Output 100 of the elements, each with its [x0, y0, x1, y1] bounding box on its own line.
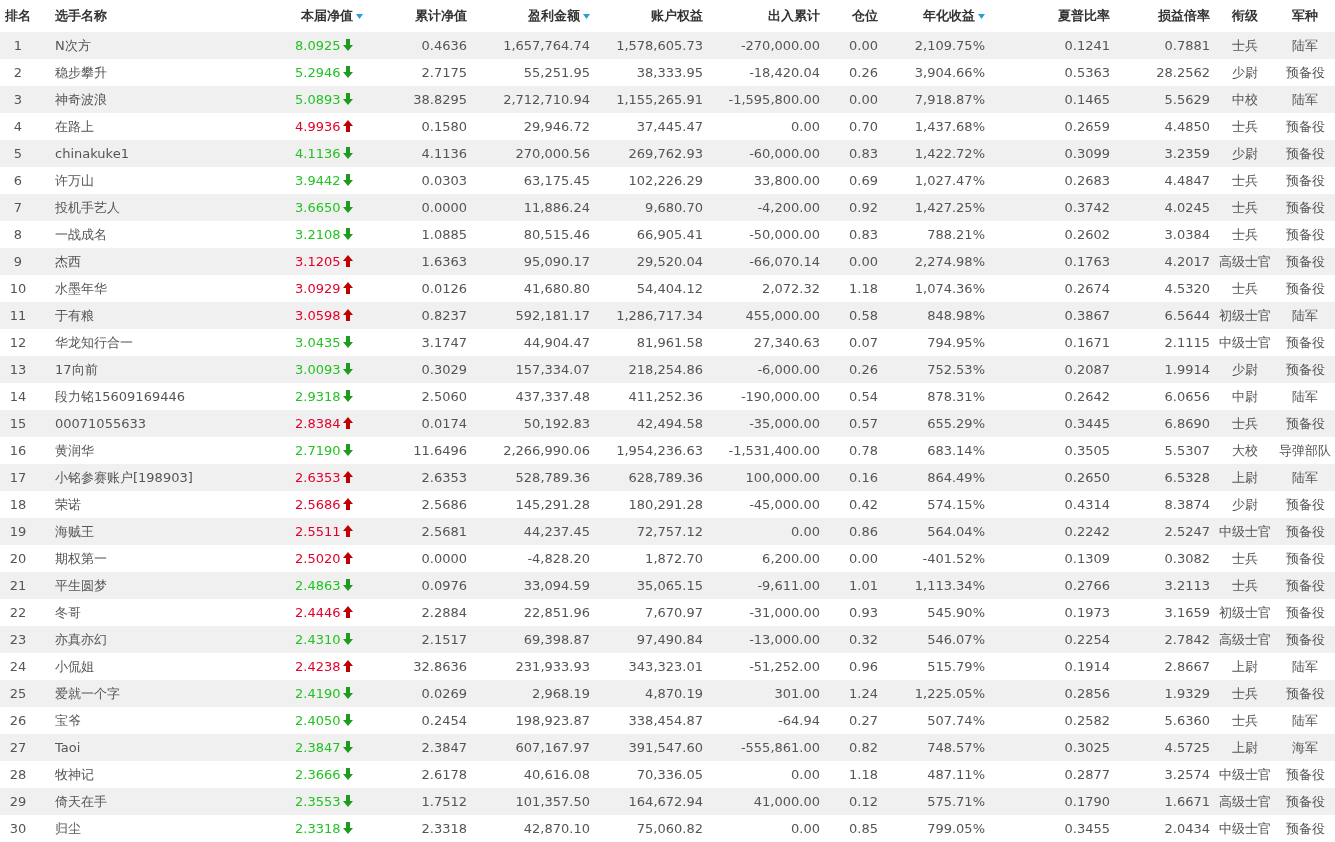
table-cell: -35,000.00 [749, 416, 820, 431]
table-cell: 0.2856 [1064, 686, 1110, 701]
table-cell: 3.2108 [295, 227, 341, 242]
table-cell: 0.2877 [1064, 767, 1110, 782]
table-cell: 0.3029 [421, 362, 467, 377]
table-cell: 上尉 [1232, 469, 1258, 485]
table-cell: 中级士官 [1219, 523, 1271, 539]
table-cell: 788.21% [927, 227, 985, 242]
table-cell: 预备役 [1285, 334, 1325, 350]
table-cell: 4.5725 [1164, 740, 1210, 755]
table-cell: 预备役 [1285, 523, 1325, 539]
table-cell: 72,757.12 [636, 524, 703, 539]
table-cell: 0.78 [849, 443, 878, 458]
sort-descending-icon [583, 14, 590, 19]
table-cell: 0.00 [791, 821, 820, 836]
table-cell: 士兵 [1232, 577, 1258, 593]
table-cell: 士兵 [1232, 415, 1258, 431]
table-cell: 41,000.00 [753, 794, 820, 809]
table-cell: 3 [13, 92, 23, 107]
table-cell: 2,274.98% [914, 254, 985, 269]
table-cell: 145,291.28 [515, 497, 590, 512]
table-cell: 30 [9, 821, 27, 836]
table-cell: 士兵 [1232, 685, 1258, 701]
table-cell: 338,454.87 [628, 713, 703, 728]
table-cell: 神奇波浪 [55, 91, 107, 107]
table-cell: 33,094.59 [523, 578, 590, 593]
table-cell: 22,851.96 [523, 605, 590, 620]
table-cell: 0.00 [849, 38, 878, 53]
table-cell: 3.0435 [295, 335, 341, 350]
table-cell: 546.07% [927, 632, 985, 647]
table-cell: 27,340.63 [753, 335, 820, 350]
table-cell: 0.2602 [1064, 227, 1110, 242]
table-cell: -13,000.00 [749, 632, 820, 647]
table-cell: 42,870.10 [523, 821, 590, 836]
table-cell: 16 [9, 443, 27, 458]
table-cell: 期权第一 [55, 550, 107, 566]
table-cell: 0.00 [791, 524, 820, 539]
table-cell: 1.9914 [1164, 362, 1210, 377]
table-cell: 3.0929 [295, 281, 341, 296]
table-cell: 预备役 [1285, 685, 1325, 701]
table-cell: 预备役 [1285, 226, 1325, 242]
table-cell: 士兵 [1232, 118, 1258, 134]
table-cell: 343,323.01 [628, 659, 703, 674]
table-cell: 4.0245 [1164, 200, 1210, 215]
table-cell: 528,789.36 [515, 470, 590, 485]
table-cell: 导弹部队 [1279, 442, 1331, 458]
table-cell: 3.1659 [1164, 605, 1210, 620]
table-cell: 0.0126 [421, 281, 467, 296]
table-cell: 4 [13, 119, 23, 134]
table-cell: 2.0434 [1164, 821, 1210, 836]
table-cell: 1,437.68% [914, 119, 985, 134]
table-cell: -4,828.20 [527, 551, 590, 566]
table-cell: 0.42 [849, 497, 878, 512]
table-cell: 218,254.86 [628, 362, 703, 377]
table-cell: 0.86 [849, 524, 878, 539]
table-cell: 607,167.97 [515, 740, 590, 755]
table-cell: 00071055633 [55, 416, 146, 431]
table-cell: 1.18 [849, 281, 878, 296]
table-cell: 411,252.36 [628, 389, 703, 404]
table-cell: 大校 [1232, 442, 1258, 458]
table-cell: 1.6671 [1164, 794, 1210, 809]
table-cell: 0.27 [849, 713, 878, 728]
table-cell: chinakuke1 [55, 146, 129, 161]
table-cell: 海军 [1292, 739, 1318, 755]
table-cell: -9,611.00 [757, 578, 820, 593]
column-header[interactable]: 年化收益 [923, 8, 985, 23]
table-cell: 预备役 [1285, 253, 1325, 269]
column-header: 衔级 [1232, 8, 1258, 23]
table-cell: 2 [13, 65, 23, 80]
table-cell: 水墨年华 [55, 280, 107, 296]
table-cell: 投机手艺人 [55, 199, 120, 215]
table-cell: 5.2946 [295, 65, 341, 80]
table-cell: 上尉 [1232, 658, 1258, 674]
table-cell: 32.8636 [413, 659, 467, 674]
table-cell: 海贼王 [55, 523, 94, 539]
table-cell: 55,251.95 [523, 65, 590, 80]
table-cell: 628,789.36 [628, 470, 703, 485]
column-header[interactable]: 本届净值 [301, 8, 363, 23]
table-cell: 0.83 [849, 227, 878, 242]
table-cell: 0.0269 [421, 686, 467, 701]
table-cell: 26 [9, 713, 27, 728]
table-cell: 2,109.75% [914, 38, 985, 53]
table-cell: Taoi [55, 740, 81, 755]
table-cell: 11 [9, 308, 27, 323]
table-cell: 1.6363 [421, 254, 467, 269]
table-cell: 5.6360 [1164, 713, 1210, 728]
table-cell: 预备役 [1285, 415, 1325, 431]
table-cell: 2.5681 [421, 524, 467, 539]
column-header[interactable]: 盈利金额 [528, 8, 590, 23]
table-cell: 0.26 [849, 362, 878, 377]
table-cell: 归尘 [55, 820, 81, 836]
table-cell: 38,333.95 [636, 65, 703, 80]
table-cell: 陆军 [1292, 37, 1318, 53]
table-cell: 爱就一个字 [55, 685, 120, 701]
table-cell: 少尉 [1232, 145, 1258, 161]
table-cell: 8.0925 [295, 38, 341, 53]
table-cell: 2.4863 [295, 578, 341, 593]
table-cell: 8.3874 [1164, 497, 1210, 512]
table-cell: 4.4850 [1164, 119, 1210, 134]
table-cell: 4.9936 [295, 119, 341, 134]
